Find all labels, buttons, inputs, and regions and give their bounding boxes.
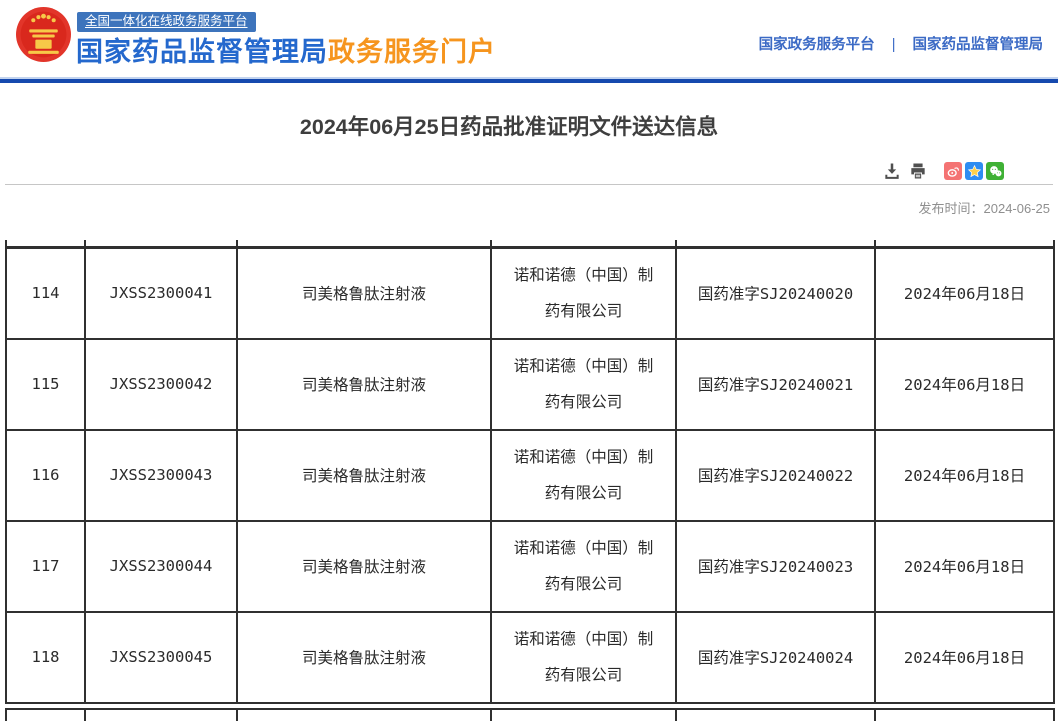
nav-link-nmpa[interactable]: 国家药品监督管理局 (913, 37, 1044, 53)
approval-table-body: 114 JXSS2300041 司美格鲁肽注射液 诺和诺德（中国）制药有限公司 国药准字… (5, 246, 1055, 704)
divider-line (5, 184, 1053, 185)
table-cell: 国药准字SJ20240021 (675, 337, 876, 431)
publish-time-label: 发布时间： (918, 201, 984, 216)
partial-cell (490, 240, 677, 246)
wechat-share-icon[interactable] (986, 162, 1004, 180)
partial-cell (236, 707, 492, 721)
partial-cell (490, 707, 677, 721)
table-row: 117 JXSS2300044 司美格鲁肽注射液 诺和诺德（中国）制药有限公司 国药准字… (5, 519, 1055, 613)
table-cell: JXSS2300044 (84, 519, 238, 613)
partial-cell (874, 707, 1055, 721)
national-emblem-logo[interactable] (16, 7, 71, 62)
table-row: 116 JXSS2300043 司美格鲁肽注射液 诺和诺德（中国）制药有限公司 国药准字… (5, 428, 1055, 522)
table-cell: JXSS2300043 (84, 428, 238, 522)
site-header: 全国一体化在线政务服务平台 国家药品监督管理局政务服务门户 国家政务服务平台 |… (0, 0, 1058, 77)
nav-separator: | (891, 37, 896, 53)
table-cell: 诺和诺德（中国）制药有限公司 (490, 610, 677, 704)
approval-table-section: 114 JXSS2300041 司美格鲁肽注射液 诺和诺德（中国）制药有限公司 国药准字… (5, 240, 1055, 721)
site-title-portal: 政务服务门户 (328, 37, 496, 67)
table-cell: JXSS2300041 (84, 246, 238, 340)
nav-link-gov-service-platform[interactable]: 国家政务服务平台 (759, 37, 875, 53)
table-cell: 2024年06月18日 (874, 246, 1055, 340)
qzone-share-icon[interactable] (965, 162, 983, 180)
platform-badge-label: 全国一体化在线政务服务平台 (85, 14, 248, 28)
share-toolbar (876, 161, 1004, 181)
table-cell: 117 (5, 519, 86, 613)
download-icon[interactable] (882, 161, 902, 181)
table-cell: 司美格鲁肽注射液 (236, 337, 492, 431)
table-cell: 司美格鲁肽注射液 (236, 519, 492, 613)
table-row: 118 JXSS2300045 司美格鲁肽注射液 诺和诺德（中国）制药有限公司 国药准字… (5, 610, 1055, 704)
table-cell: 司美格鲁肽注射液 (236, 246, 492, 340)
table-cell: 2024年06月18日 (874, 519, 1055, 613)
table-cell: 诺和诺德（中国）制药有限公司 (490, 428, 677, 522)
table-cell: 2024年06月18日 (874, 337, 1055, 431)
table-cell: JXSS2300045 (84, 610, 238, 704)
partial-cell (5, 707, 86, 721)
table-bottom-partial-row (5, 707, 1055, 721)
partial-cell (236, 240, 492, 246)
table-cell: 国药准字SJ20240022 (675, 428, 876, 522)
header-divider (0, 77, 1058, 83)
table-cell: 国药准字SJ20240024 (675, 610, 876, 704)
table-row: 114 JXSS2300041 司美格鲁肽注射液 诺和诺德（中国）制药有限公司 国药准字… (5, 246, 1055, 340)
approval-table: 114 JXSS2300041 司美格鲁肽注射液 诺和诺德（中国）制药有限公司 国药准字… (5, 246, 1055, 704)
table-cell: 114 (5, 246, 86, 340)
platform-badge: 全国一体化在线政务服务平台 (77, 12, 256, 32)
publish-time: 发布时间：2024-06-25 (918, 198, 1050, 217)
table-cell: 司美格鲁肽注射液 (236, 610, 492, 704)
page: 全国一体化在线政务服务平台 国家药品监督管理局政务服务门户 国家政务服务平台 |… (0, 0, 1058, 721)
print-icon[interactable] (908, 161, 928, 181)
partial-cell (675, 707, 876, 721)
top-nav: 国家政务服务平台 | 国家药品监督管理局 (759, 33, 1043, 54)
partial-cell (675, 240, 876, 246)
weibo-share-icon[interactable] (944, 162, 962, 180)
table-row: 115 JXSS2300042 司美格鲁肽注射液 诺和诺德（中国）制药有限公司 国药准字… (5, 337, 1055, 431)
partial-cell (84, 707, 238, 721)
table-cell: 116 (5, 428, 86, 522)
publish-time-value: 2024-06-25 (983, 201, 1051, 216)
table-cell: 诺和诺德（中国）制药有限公司 (490, 519, 677, 613)
table-cell: 国药准字SJ20240020 (675, 246, 876, 340)
partial-row (5, 240, 1055, 246)
partial-cell (84, 240, 238, 246)
site-title-agency: 国家药品监督管理局 (76, 37, 328, 67)
table-cell: 118 (5, 610, 86, 704)
table-cell: 2024年06月18日 (874, 428, 1055, 522)
table-cell: 诺和诺德（中国）制药有限公司 (490, 337, 677, 431)
table-cell: 国药准字SJ20240023 (675, 519, 876, 613)
page-title: 2024年06月25日药品批准证明文件送达信息 (299, 115, 719, 139)
partial-cell (5, 240, 86, 246)
table-cell: 115 (5, 337, 86, 431)
table-cell: 2024年06月18日 (874, 610, 1055, 704)
table-cell: JXSS2300042 (84, 337, 238, 431)
table-cell: 司美格鲁肽注射液 (236, 428, 492, 522)
partial-row (5, 707, 1055, 721)
partial-cell (874, 240, 1055, 246)
table-top-partial-body (5, 240, 1055, 246)
table-bottom-partial-body (5, 707, 1055, 721)
table-cell: 诺和诺德（中国）制药有限公司 (490, 246, 677, 340)
site-title[interactable]: 国家药品监督管理局政务服务门户 (76, 30, 496, 69)
